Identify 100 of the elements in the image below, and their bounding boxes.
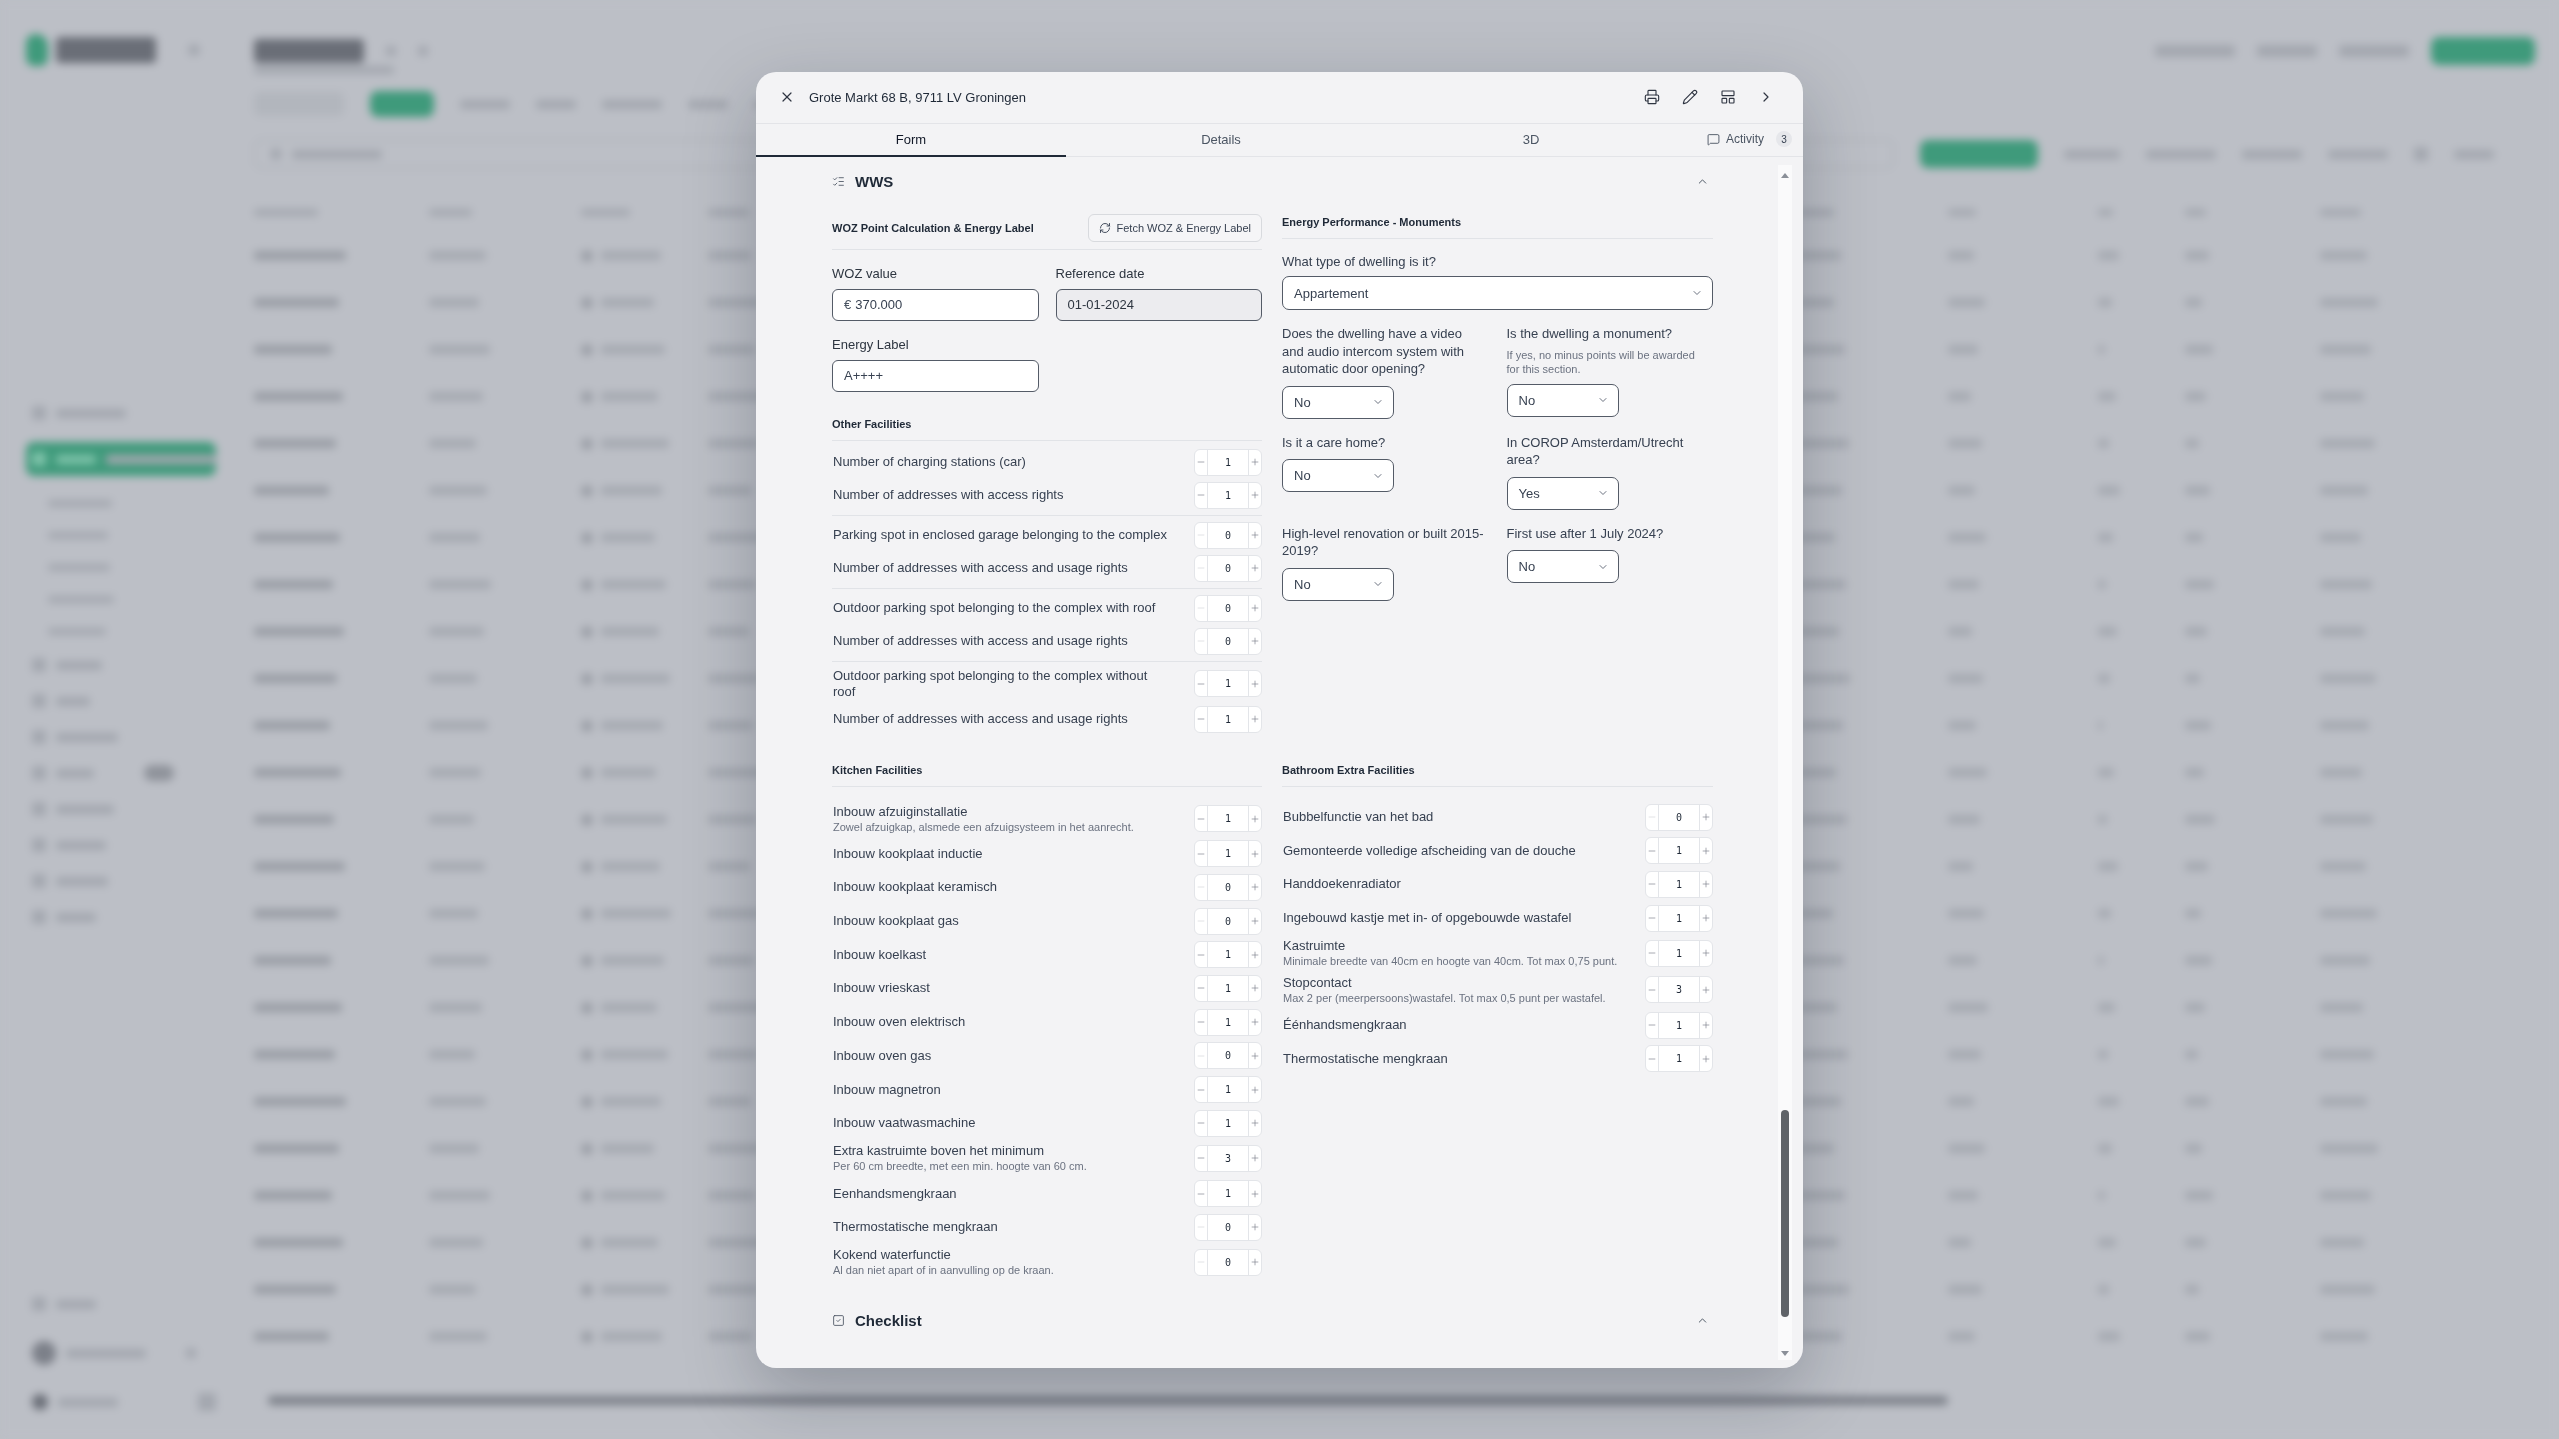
dropdown-field[interactable]: No	[1282, 459, 1394, 492]
increment-button[interactable]	[1248, 555, 1261, 581]
decrement-button[interactable]	[1195, 975, 1208, 1001]
decrement-button[interactable]	[1195, 1110, 1208, 1136]
decrement-button[interactable]	[1195, 841, 1208, 867]
quantity-field[interactable]: 1	[1659, 940, 1699, 966]
decrement-button[interactable]	[1646, 940, 1659, 966]
increment-button[interactable]	[1248, 595, 1261, 621]
quantity-field[interactable]: 0	[1208, 595, 1248, 621]
tab[interactable]: 3D	[1376, 123, 1686, 157]
quantity-field[interactable]: 0	[1208, 1214, 1248, 1240]
quantity-field[interactable]: 1	[1659, 838, 1699, 864]
increment-button[interactable]	[1248, 841, 1261, 867]
scroll-down-arrow-icon[interactable]	[1781, 1350, 1789, 1356]
quantity-field[interactable]: 1	[1659, 871, 1699, 897]
dropdown-field[interactable]: Yes	[1506, 476, 1619, 510]
increment-button[interactable]	[1248, 874, 1261, 900]
scrollbar[interactable]	[1778, 164, 1792, 1360]
quantity-field[interactable]: 1	[1208, 706, 1248, 732]
facility-label: Inbouw vaatwasmachine	[833, 1115, 976, 1132]
increment-button[interactable]	[1699, 905, 1712, 931]
decrement-button[interactable]	[1195, 1077, 1208, 1102]
decrement-button[interactable]	[1195, 482, 1208, 508]
dropdown-field[interactable]: Appartement	[1282, 276, 1713, 310]
quantity-field[interactable]: 1	[1208, 1181, 1248, 1207]
quantity-field[interactable]: 1	[1208, 449, 1248, 475]
decrement-button[interactable]	[1646, 1046, 1659, 1072]
increment-button[interactable]	[1248, 522, 1261, 548]
refresh-icon	[1098, 221, 1111, 234]
increment-button[interactable]	[1248, 1181, 1261, 1207]
increment-button[interactable]	[1699, 1012, 1712, 1038]
activity-tab[interactable]: Activity 3	[1686, 123, 1803, 157]
increment-button[interactable]	[1248, 628, 1261, 654]
increment-button[interactable]	[1699, 977, 1712, 1003]
increment-button[interactable]	[1248, 1145, 1261, 1171]
quantity-field[interactable]: 0	[1208, 908, 1248, 934]
decrement-button[interactable]	[1195, 942, 1208, 968]
increment-button[interactable]	[1248, 482, 1261, 508]
tab[interactable]: Form	[756, 123, 1066, 157]
dropdown-field[interactable]: No	[1506, 550, 1619, 583]
dropdown-field[interactable]: No	[1506, 383, 1619, 417]
decrement-button[interactable]	[1646, 871, 1659, 897]
increment-button[interactable]	[1699, 940, 1712, 966]
quantity-field[interactable]: 1	[1208, 1009, 1248, 1035]
decrement-button[interactable]	[1195, 671, 1208, 696]
text-field[interactable]: € 370.000	[832, 288, 1039, 321]
increment-button[interactable]	[1699, 1046, 1712, 1072]
quantity-field[interactable]: 1	[1659, 1046, 1699, 1072]
increment-button[interactable]	[1699, 871, 1712, 897]
increment-button[interactable]	[1248, 671, 1261, 696]
scrollbar-thumb[interactable]	[1781, 1109, 1789, 1317]
quantity-field[interactable]: 0	[1659, 804, 1699, 830]
increment-button[interactable]	[1248, 449, 1261, 475]
quantity-field[interactable]: 1	[1208, 1077, 1248, 1102]
quantity-field[interactable]: 1	[1208, 1110, 1248, 1136]
decrement-button[interactable]	[1195, 1009, 1208, 1035]
decrement-button[interactable]	[1646, 977, 1659, 1003]
quantity-field[interactable]: 0	[1208, 628, 1248, 654]
quantity-field[interactable]: 0	[1208, 555, 1248, 581]
quantity-field[interactable]: 1	[1208, 942, 1248, 968]
quantity-field[interactable]: 1	[1208, 975, 1248, 1001]
quantity-field[interactable]: 1	[1208, 841, 1248, 867]
text-field[interactable]: A++++	[832, 359, 1039, 392]
scroll-up-arrow-icon[interactable]	[1781, 172, 1789, 178]
increment-button[interactable]	[1248, 1214, 1261, 1240]
decrement-button[interactable]	[1195, 1145, 1208, 1171]
decrement-button[interactable]	[1646, 838, 1659, 864]
quantity-field[interactable]: 1	[1659, 905, 1699, 931]
quantity-field[interactable]: 1	[1208, 806, 1248, 831]
decrement-button[interactable]	[1646, 905, 1659, 931]
decrement-button[interactable]	[1646, 1012, 1659, 1038]
dropdown-field[interactable]: No	[1282, 385, 1394, 419]
decrement-button[interactable]	[1195, 806, 1208, 831]
increment-button[interactable]	[1248, 1009, 1261, 1035]
increment-button[interactable]	[1248, 975, 1261, 1001]
increment-button[interactable]	[1248, 1077, 1261, 1102]
quantity-field[interactable]: 1	[1208, 671, 1248, 696]
increment-button[interactable]	[1248, 942, 1261, 968]
quantity-field[interactable]: 0	[1208, 1249, 1248, 1275]
increment-button[interactable]	[1699, 838, 1712, 864]
quantity-field[interactable]: 1	[1659, 1012, 1699, 1038]
increment-button[interactable]	[1248, 1110, 1261, 1136]
increment-button[interactable]	[1248, 908, 1261, 934]
tab[interactable]: Details	[1066, 123, 1376, 157]
decrement-button[interactable]	[1195, 706, 1208, 732]
quantity-field[interactable]: 0	[1208, 1043, 1248, 1069]
increment-button[interactable]	[1248, 706, 1261, 732]
increment-button[interactable]	[1248, 806, 1261, 831]
quantity-field[interactable]: 0	[1208, 874, 1248, 900]
decrement-button[interactable]	[1195, 449, 1208, 475]
fetch-button[interactable]: Fetch WOZ & Energy Label	[1087, 213, 1262, 242]
quantity-field[interactable]: 3	[1659, 977, 1699, 1003]
dropdown-field[interactable]: No	[1282, 567, 1394, 601]
increment-button[interactable]	[1699, 804, 1712, 830]
quantity-field[interactable]: 3	[1208, 1145, 1248, 1171]
quantity-field[interactable]: 0	[1208, 522, 1248, 548]
decrement-button[interactable]	[1195, 1181, 1208, 1207]
increment-button[interactable]	[1248, 1043, 1261, 1069]
increment-button[interactable]	[1248, 1249, 1261, 1275]
quantity-field[interactable]: 1	[1208, 482, 1248, 508]
